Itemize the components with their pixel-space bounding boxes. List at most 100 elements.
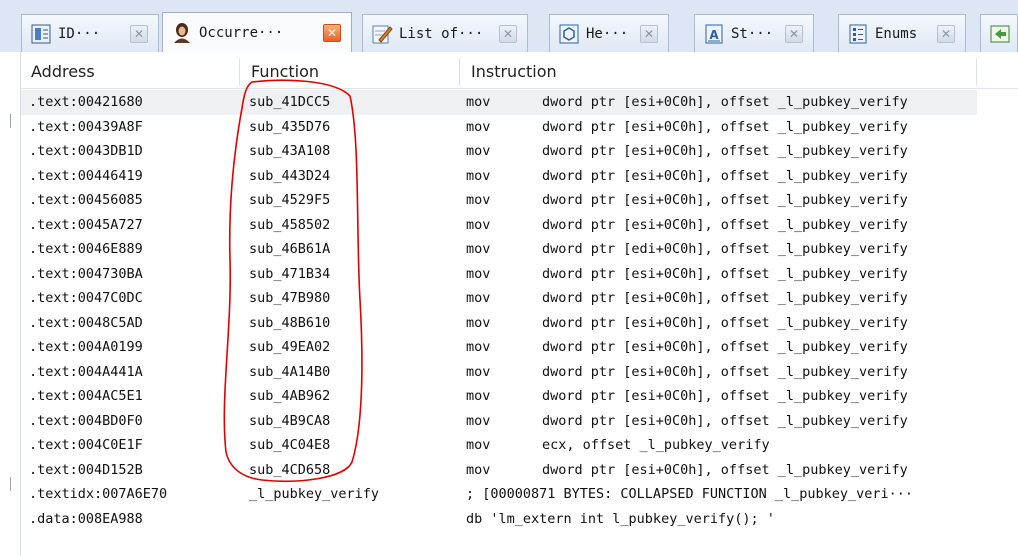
address-cell: .text:004BD0F0: [29, 412, 143, 429]
function-cell: sub_43A108: [249, 143, 331, 159]
table-row[interactable]: .text:004A0199 sub_49EA02 mov dword ptr [es…: [21, 335, 977, 360]
tab-hex-view[interactable]: He··· ✕: [549, 14, 669, 52]
tab-structures[interactable]: A St··· ✕: [694, 14, 814, 52]
mnemonic-cell: mov: [466, 192, 491, 208]
function-cell: sub_46B61A: [249, 241, 331, 257]
enums-icon: [847, 23, 869, 45]
tab-close-button[interactable]: ✕: [130, 24, 148, 43]
operands-cell: dword ptr [esi+0C0h], offset _l_pubkey_v…: [542, 265, 908, 282]
mnemonic-cell: mov: [466, 265, 491, 282]
address-cell: .text:004A0199: [29, 339, 143, 355]
pencil-note-icon: [371, 23, 393, 45]
table-row[interactable]: .text:0048C5AD sub_48B610 mov dword ptr [es…: [21, 311, 977, 336]
address-cell: .text:004D152B: [29, 461, 143, 478]
table-row[interactable]: .text:004BD0F0 sub_4B9CA8 mov dword ptr [es…: [21, 409, 977, 434]
operands-cell: ecx, offset _l_pubkey_verify: [542, 437, 770, 453]
mnemonic-cell: mov: [466, 437, 491, 453]
operands-cell: dword ptr [esi+0C0h], offset _l_pubkey_v…: [542, 388, 908, 404]
mnemonic-cell: mov: [466, 118, 491, 135]
tab-list-of[interactable]: List of··· ✕: [362, 14, 528, 52]
table-row[interactable]: .text:004C0E1F sub_4C04E8 mov ecx, offset _…: [21, 433, 977, 458]
table-row[interactable]: .text:00446419 sub_443D24 mov dword ptr [es…: [21, 164, 977, 189]
tab-enums[interactable]: Enums ✕: [838, 14, 966, 52]
mnemonic-cell: mov: [466, 216, 491, 233]
table-row[interactable]: .text:0043DB1D sub_43A108 mov dword ptr [es…: [21, 139, 977, 164]
address-cell: .text:0047C0DC: [29, 290, 143, 306]
address-cell: .text:004C0E1F: [29, 437, 143, 453]
address-cell: .text:00446419: [29, 167, 143, 184]
column-divider[interactable]: [459, 58, 460, 86]
function-cell: sub_4B9CA8: [249, 412, 331, 429]
mnemonic-cell: mov: [466, 461, 491, 478]
tab-close-button[interactable]: ✕: [785, 24, 803, 43]
tab-occurrences[interactable]: Occurre··· ✕: [162, 12, 352, 52]
column-header-address[interactable]: Address: [21, 56, 239, 88]
svg-text:A: A: [709, 28, 719, 42]
tab-close-button[interactable]: ✕: [937, 24, 955, 43]
table-row[interactable]: .text:00456085 sub_4529F5 mov dword ptr [es…: [21, 188, 977, 213]
address-cell: .text:0046E889: [29, 241, 143, 257]
tab-imports[interactable]: [980, 14, 1018, 52]
function-cell: sub_47B980: [249, 290, 331, 306]
table-row[interactable]: .text:00421680 sub_41DCC5 mov dword ptr [es…: [21, 90, 977, 115]
tab-close-button[interactable]: ✕: [323, 23, 341, 42]
table-row[interactable]: .text:0045A727 sub_458502 mov dword ptr [es…: [21, 213, 977, 238]
operands-cell: dword ptr [esi+0C0h], offset _l_pubkey_v…: [542, 412, 908, 429]
table-row[interactable]: .data:008EA988 db 'lm_extern int l_pubkey…: [21, 507, 977, 532]
table-row[interactable]: .text:004D152B sub_4CD658 mov dword ptr [es…: [21, 458, 977, 483]
table-row[interactable]: .text:0047C0DC sub_47B980 mov dword ptr [es…: [21, 286, 977, 311]
tab-label: Occurre···: [199, 24, 284, 41]
function-cell: sub_4A14B0: [249, 363, 331, 380]
table-row[interactable]: .text:004A441A sub_4A14B0 mov dword ptr [es…: [21, 360, 977, 385]
table-row[interactable]: .text:0046E889 sub_46B61A mov dword ptr [ed…: [21, 237, 977, 262]
instruction-cell: ; [00000871 BYTES: COLLAPSED FUNCTION _l…: [466, 486, 914, 502]
imports-icon: [989, 23, 1011, 45]
function-cell: sub_4C04E8: [249, 437, 331, 453]
column-divider[interactable]: [976, 58, 977, 86]
tab-strip: ID··· ✕ Occurre··· ✕ List of··· ✕ He··· …: [0, 0, 1018, 52]
column-header-function[interactable]: Function: [241, 56, 459, 88]
function-cell: sub_471B34: [249, 265, 331, 282]
tab-ida-view[interactable]: ID··· ✕: [21, 14, 159, 52]
function-cell: sub_48B610: [249, 314, 331, 331]
bottom-area: [21, 540, 1018, 556]
function-cell: sub_435D76: [249, 118, 331, 135]
operands-cell: dword ptr [esi+0C0h], offset _l_pubkey_v…: [542, 143, 908, 159]
table-row[interactable]: .text:004730BA sub_471B34 mov dword ptr [es…: [21, 262, 977, 287]
hex-view-icon: [558, 23, 580, 45]
function-cell: sub_4529F5: [249, 192, 331, 208]
address-cell: .text:004AC5E1: [29, 388, 143, 404]
document-view-icon: [30, 23, 52, 45]
mnemonic-cell: mov: [466, 339, 491, 355]
tab-close-button[interactable]: ✕: [499, 24, 517, 43]
left-gutter: [0, 52, 21, 556]
mnemonic-cell: mov: [466, 363, 491, 380]
operands-cell: dword ptr [esi+0C0h], offset _l_pubkey_v…: [542, 192, 908, 208]
mnemonic-cell: mov: [466, 94, 491, 110]
column-divider[interactable]: [239, 58, 240, 86]
person-icon: [171, 22, 193, 44]
mnemonic-cell: mov: [466, 241, 491, 257]
function-cell: sub_4CD658: [249, 461, 331, 478]
tab-label: Enums: [875, 25, 918, 42]
mnemonic-cell: mov: [466, 143, 491, 159]
function-cell: sub_443D24: [249, 167, 331, 184]
address-cell: .textidx:007A6E70: [29, 486, 168, 502]
function-cell: sub_4AB962: [249, 388, 331, 404]
operands-cell: dword ptr [esi+0C0h], offset _l_pubkey_v…: [542, 167, 908, 184]
function-cell: sub_41DCC5: [249, 94, 331, 110]
operands-cell: dword ptr [edi+0C0h], offset _l_pubkey_v…: [542, 241, 908, 257]
column-header-instruction[interactable]: Instruction: [461, 56, 961, 88]
table-row[interactable]: .text:004AC5E1 sub_4AB962 mov dword ptr [es…: [21, 384, 977, 409]
table-row[interactable]: .textidx:007A6E70 _l_pubkey_verify ; [0000…: [21, 482, 977, 507]
gutter-marker: [10, 114, 11, 128]
table-header: Address Function Instruction: [21, 56, 1018, 89]
operands-cell: dword ptr [esi+0C0h], offset _l_pubkey_v…: [542, 461, 908, 478]
table-row[interactable]: .text:00439A8F sub_435D76 mov dword ptr [es…: [21, 115, 977, 140]
function-cell: _l_pubkey_verify: [249, 486, 380, 502]
tab-close-button[interactable]: ✕: [640, 24, 658, 43]
address-cell: .text:004A441A: [29, 363, 143, 380]
function-cell: sub_458502: [249, 216, 331, 233]
gutter-marker: [10, 477, 11, 491]
address-cell: .text:0045A727: [29, 216, 143, 233]
